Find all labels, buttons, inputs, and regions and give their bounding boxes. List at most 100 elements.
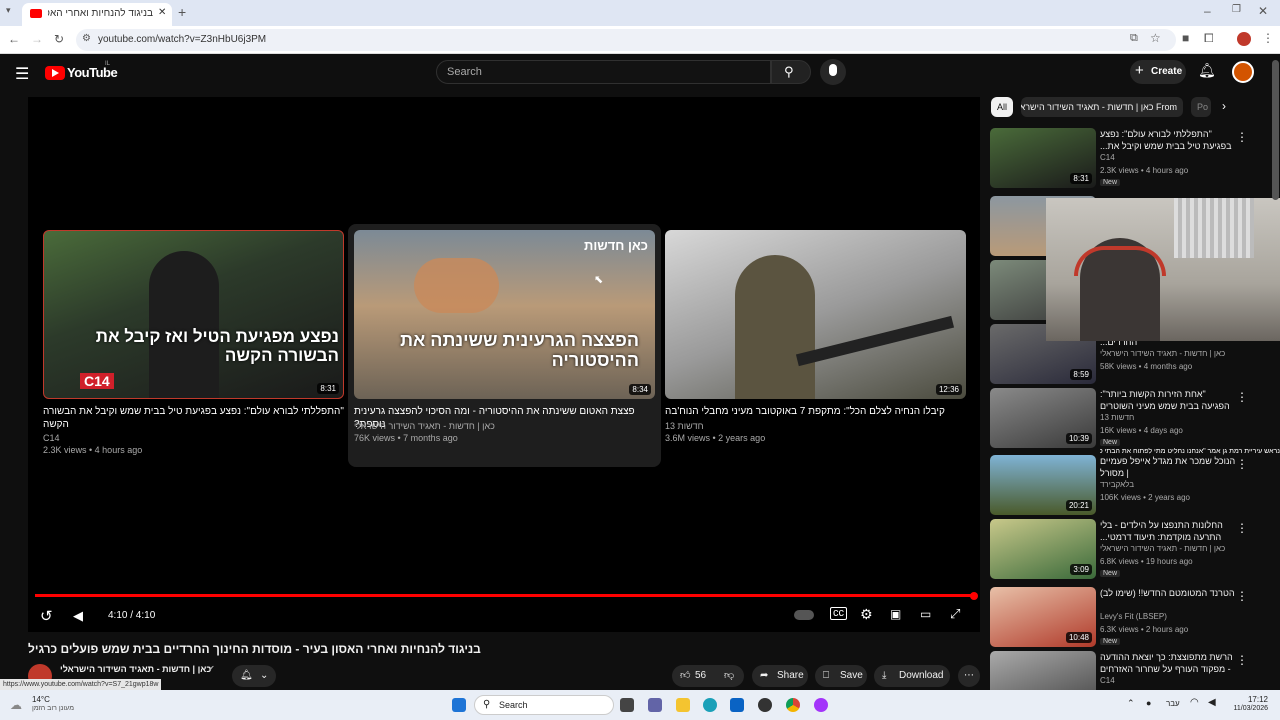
recommendation-title[interactable]: החלונות התנפצו על הילדים - בלי התרעה מוק… [1100, 519, 1236, 543]
recommendation-item[interactable]: 8:31 "התפללתי לבורא עולם": נפצע בפגיעת טי… [990, 128, 1260, 190]
recommendation-title[interactable]: הרשת מתפוצצת: כך יוצאת ההודעה - מפקוד הע… [1100, 651, 1236, 675]
browser-menu-icon[interactable]: ⋮ [1262, 31, 1274, 45]
download-button[interactable]: ⤓ Download [874, 665, 950, 687]
more-options-icon[interactable]: ⋮ [1236, 653, 1248, 667]
search-input[interactable]: Search [436, 60, 771, 84]
settings-gear-icon[interactable]: ⚙ [860, 606, 873, 623]
recommendation-thumbnail[interactable]: 20:21 [990, 455, 1096, 515]
scrubber-handle[interactable] [970, 592, 978, 600]
share-button[interactable]: ➦ Share [752, 665, 808, 687]
more-options-icon[interactable]: ⋮ [1236, 130, 1248, 144]
recommendation-title[interactable]: הנוכל שמכר את מגדל אייפל פעמיים | מסורל [1100, 455, 1236, 479]
channel-name[interactable]: כאן | חדשות - תאגיד השידור הישראלי [60, 664, 211, 674]
recommendation-channel[interactable]: C14 [1100, 676, 1115, 685]
chip-popular[interactable]: Po [1191, 97, 1211, 117]
recommendation-item[interactable]: 10:39 "אחת הזירות הקשות ביותר": הפגיעה בב… [990, 388, 1260, 450]
replay-icon[interactable]: ↺ [40, 607, 53, 625]
recommendation-channel[interactable]: כאן | חדשות - תאגיד השידור הישראלי [1100, 544, 1225, 553]
recommendation-channel[interactable]: Levy's Fit (LBSEP) [1100, 612, 1167, 621]
page-scrollbar[interactable] [1272, 60, 1279, 200]
more-options-icon[interactable]: ⋮ [1236, 390, 1248, 404]
chip-from-channel[interactable]: From כאן | חדשות - תאגיד השידור הישראלי [1021, 97, 1183, 117]
new-tab-icon[interactable]: + [178, 4, 186, 20]
tray-mic-icon[interactable]: ● [1146, 698, 1151, 708]
voice-search-button[interactable] [820, 59, 846, 85]
recommendation-thumbnail[interactable]: 10:39 [990, 388, 1096, 448]
save-button[interactable]: ⎕ Save [815, 665, 867, 687]
notifications-bell-icon[interactable]: 🔔︎ [1198, 62, 1216, 79]
chrome-icon[interactable] [786, 698, 800, 712]
end-card-title-1[interactable]: "התפללתי לבורא עולם": נפצע בפגיעת טיל בב… [43, 405, 344, 431]
end-card-thumbnail-2[interactable]: כאן חדשות הפצצה הגרעינית ששינתה את ההיסט… [354, 230, 655, 399]
edge-icon[interactable] [703, 698, 717, 712]
extensions-puzzle-icon[interactable]: ⧠ [1204, 31, 1214, 46]
keyboard-language[interactable]: עבר [1166, 699, 1180, 708]
windows-start-icon[interactable] [452, 698, 466, 712]
recommendation-title[interactable]: "התפללתי לבורא עולם": נפצע בפגיעת טיל בב… [1100, 128, 1236, 152]
site-info-icon[interactable]: ⚙ [82, 33, 91, 44]
progress-bar[interactable] [35, 594, 975, 597]
recommendation-title[interactable]: הטרנד המטומטם החדש!! (שימו לב) [1100, 587, 1236, 611]
task-view-icon[interactable] [620, 698, 634, 712]
cast-icon[interactable]: ▭ [920, 607, 931, 621]
profile-avatar[interactable] [1237, 32, 1251, 46]
file-explorer-icon[interactable] [676, 698, 690, 712]
close-tab-icon[interactable]: ✕ [158, 7, 166, 18]
more-options-icon[interactable]: ⋮ [1236, 521, 1248, 535]
hamburger-menu-icon[interactable]: ☰ [15, 64, 29, 84]
more-options-icon[interactable]: ⋮ [1236, 457, 1248, 471]
tab-list-icon[interactable]: ▾ [6, 5, 11, 16]
end-card-channel-1[interactable]: C14 [43, 432, 344, 444]
end-card-thumbnail-1[interactable]: נפצע מפגיעת הטיל ואז קיבל את הבשורה הקשה… [43, 230, 344, 399]
wifi-icon[interactable]: ◠ [1190, 697, 1199, 708]
subtitles-icon[interactable]: cc [830, 607, 847, 620]
bookmark-star-icon[interactable]: ☆ [1150, 31, 1161, 45]
app-icon[interactable] [758, 698, 772, 712]
end-card-channel-2[interactable]: כאן | חדשות - תאגיד השידור הישראלי [354, 420, 655, 432]
recommendation-channel[interactable]: C14 [1100, 153, 1115, 162]
recommendation-thumbnail[interactable]: 10:48 [990, 587, 1096, 647]
recommendation-channel[interactable]: 13 חדשות [1100, 413, 1134, 422]
install-app-icon[interactable]: ⧉ [1130, 32, 1138, 45]
recommendation-channel[interactable]: בלאקבירד [1100, 480, 1134, 489]
end-card-channel-3[interactable]: 13 חדשות [665, 420, 966, 432]
recommendation-item[interactable]: 10:48 הטרנד המטומטם החדש!! (שימו לב) Levy'… [990, 587, 1260, 649]
recommendation-item[interactable]: 20:21 הנוכל שמכר את מגדל אייפל פעמיים | מ… [990, 455, 1260, 517]
recommendation-thumbnail[interactable]: 8:31 [990, 128, 1096, 188]
taskbar-search-box[interactable]: ⚲ Search [474, 695, 614, 715]
account-avatar[interactable] [1232, 61, 1254, 83]
forward-icon[interactable]: → [31, 32, 43, 46]
chips-next-icon[interactable]: › [1222, 99, 1226, 113]
messenger-icon[interactable] [814, 698, 828, 712]
fullscreen-icon[interactable]: ⤢ [950, 606, 960, 622]
volume-icon[interactable]: ◀ [73, 608, 83, 624]
store-icon[interactable] [730, 698, 744, 712]
speaker-icon[interactable]: ◀ [1208, 697, 1216, 708]
search-button[interactable]: ⚲ [771, 60, 811, 84]
like-icon[interactable]: 👍︎ [680, 665, 690, 687]
back-icon[interactable]: ← [8, 32, 20, 46]
more-options-icon[interactable]: ⋮ [1236, 589, 1248, 603]
recommendation-thumbnail[interactable]: 3:09 [990, 519, 1096, 579]
browser-tab[interactable]: בניגוד להנחיות ואחרי האסון בעיר... ✕ [22, 3, 172, 26]
end-card-thumbnail-3[interactable]: 12:36 [665, 230, 966, 399]
miniplayer-icon[interactable]: ▣ [890, 607, 901, 621]
reload-icon[interactable]: ↻ [54, 32, 64, 46]
recommendation-title[interactable]: "אחת הזירות הקשות ביותר": הפגיעה בבית שמ… [1100, 388, 1236, 412]
close-window-icon[interactable]: ✕ [1258, 4, 1268, 18]
weather-icon[interactable]: ☁ [10, 698, 22, 712]
video-player[interactable]: נפצע מפגיעת הטיל ואז קיבל את הבשורה הקשה… [28, 97, 980, 632]
end-card-title-3[interactable]: קיבלו הנחיה לצלם הכל": מתקפת 7 באוקטובר … [665, 405, 966, 418]
extension-icon[interactable]: ■ [1182, 31, 1189, 45]
chip-all[interactable]: All [991, 97, 1014, 117]
recommendation-item[interactable]: 3:09 החלונות התנפצו על הילדים - בלי התרעה… [990, 519, 1260, 581]
url-field[interactable]: ⚙ youtube.com/watch?v=Z3nHbU6j3PM [76, 29, 1176, 51]
create-button[interactable]: + Create [1130, 60, 1186, 84]
autoplay-toggle[interactable] [794, 610, 814, 620]
dislike-icon[interactable]: 👎︎ [724, 665, 734, 687]
minimize-icon[interactable]: – [1204, 4, 1211, 18]
tray-chevron-icon[interactable]: ⌃ [1127, 698, 1135, 709]
subscribe-bell-button[interactable]: 🔔︎ ⌄ [232, 665, 276, 687]
teams-icon[interactable] [648, 698, 662, 712]
more-actions-button[interactable]: ⋯ [958, 665, 980, 687]
